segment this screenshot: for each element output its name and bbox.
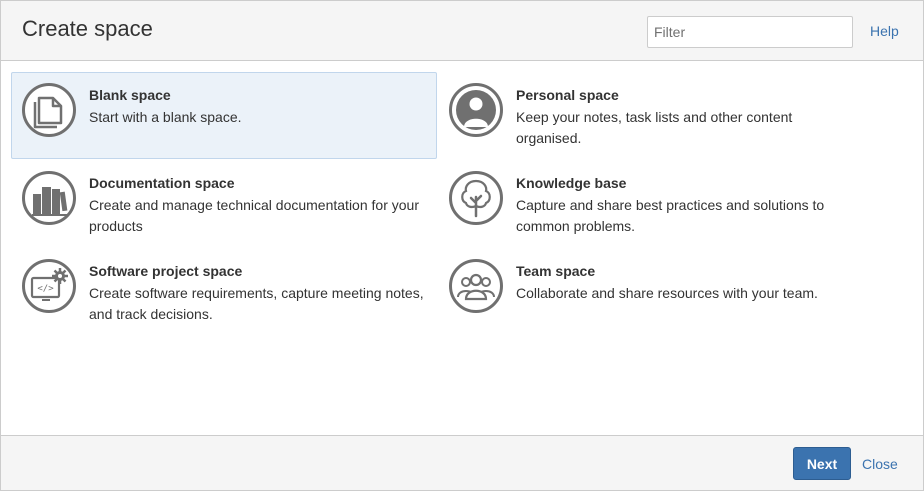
svg-text:</>: </> xyxy=(37,284,54,294)
books-icon xyxy=(22,171,76,225)
space-tile-blank[interactable]: Blank space Start with a blank space. xyxy=(11,72,437,159)
blank-page-icon xyxy=(22,83,76,137)
space-description: Start with a blank space. xyxy=(89,109,242,125)
space-tile-personal[interactable]: Personal space Keep your notes, task lis… xyxy=(438,72,864,158)
tree-icon xyxy=(449,171,503,225)
team-icon xyxy=(449,259,503,313)
space-description: Capture and share best practices and sol… xyxy=(516,197,825,234)
space-tile-knowledge-base[interactable]: Knowledge base Capture and share best pr… xyxy=(438,160,864,246)
space-description: Create and manage technical documentatio… xyxy=(89,197,419,234)
space-description: Create software requirements, capture me… xyxy=(89,285,424,322)
space-name: Personal space xyxy=(516,87,619,103)
person-icon xyxy=(449,83,503,137)
dialog-title: Create space xyxy=(22,16,153,41)
space-description: Keep your notes, task lists and other co… xyxy=(516,109,793,146)
help-link[interactable]: Help xyxy=(870,23,899,39)
filter-input[interactable] xyxy=(647,16,853,48)
space-tile-team[interactable]: Team space Collaborate and share resourc… xyxy=(438,248,864,334)
next-button[interactable]: Next xyxy=(793,447,851,480)
space-description: Collaborate and share resources with you… xyxy=(516,285,818,301)
space-name: Knowledge base xyxy=(516,175,627,191)
code-gear-icon: </> xyxy=(22,259,76,313)
space-tile-documentation[interactable]: Documentation space Create and manage te… xyxy=(11,160,437,246)
space-name: Team space xyxy=(516,263,596,279)
space-name: Documentation space xyxy=(89,175,235,191)
space-templates-list: Blank space Start with a blank space. Pe… xyxy=(1,61,923,437)
dialog-header: Create space Help xyxy=(1,1,923,61)
space-name: Software project space xyxy=(89,263,243,279)
space-tile-software-project[interactable]: </> Software project space Create softwa… xyxy=(11,248,437,334)
space-name: Blank space xyxy=(89,87,171,103)
dialog-footer: Next Close xyxy=(1,435,923,490)
close-link[interactable]: Close xyxy=(862,456,898,472)
create-space-dialog: Create space Help Blank space Start with… xyxy=(0,0,924,491)
